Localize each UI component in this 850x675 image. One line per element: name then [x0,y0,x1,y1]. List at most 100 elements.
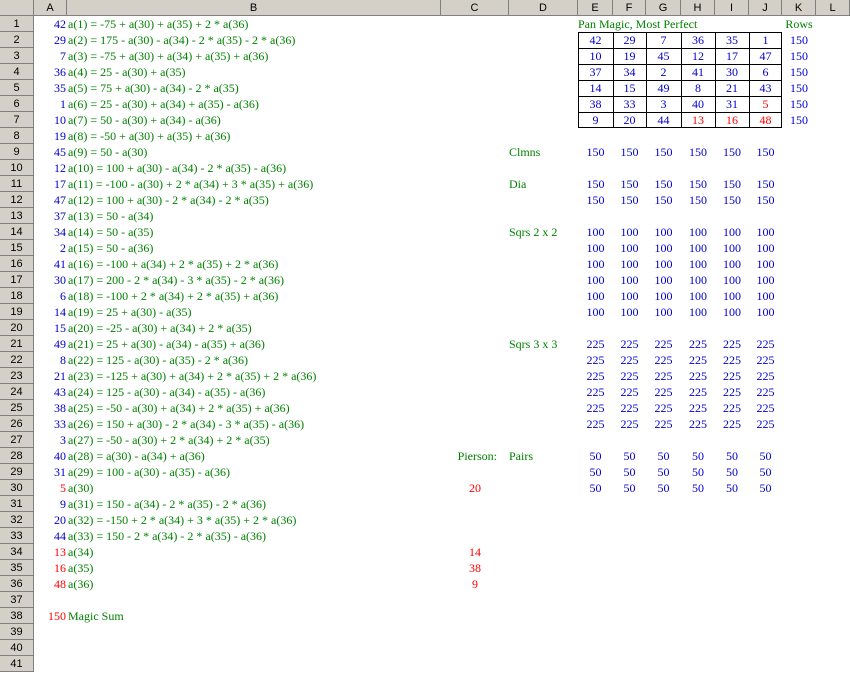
row-header-7[interactable]: 7 [0,112,34,128]
row-header-10[interactable]: 10 [0,160,34,176]
square-3x3-sum: 225 [620,369,639,383]
pair-sum: 50 [726,481,738,495]
row-header-38[interactable]: 38 [0,608,34,624]
row-header-40[interactable]: 40 [0,640,34,656]
pierson-value: 14 [469,545,481,559]
row-header-23[interactable]: 23 [0,368,34,384]
cell-b21: a(21) = 25 + a(30) - a(34) - a(35) + a(3… [68,337,265,351]
column-header-e[interactable]: E [578,0,613,16]
column-header-f[interactable]: F [613,0,646,16]
row-header-8[interactable]: 8 [0,128,34,144]
row-header-6[interactable]: 6 [0,96,34,112]
row-header-34[interactable]: 34 [0,544,34,560]
row-header-4[interactable]: 4 [0,64,34,80]
cell-b5: a(5) = 75 + a(30) - a(34) - 2 * a(35) [68,81,239,95]
cell-b22: a(22) = 125 - a(30) - a(35) - 2 * a(36) [68,353,249,367]
square-2x2-sum: 100 [586,241,605,255]
cell-b38: Magic Sum [68,609,124,623]
cell-b17: a(17) = 200 - 2 * a(34) - 3 * a(35) - 2 … [68,273,285,287]
row-header-14[interactable]: 14 [0,224,34,240]
row-header-35[interactable]: 35 [0,560,34,576]
row-header-24[interactable]: 24 [0,384,34,400]
row-header-41[interactable]: 41 [0,656,34,672]
pair-sum: 50 [692,481,704,495]
cell-b12: a(12) = 100 + a(30) - 2 * a(34) - 2 * a(… [68,193,269,207]
pair-sum: 50 [589,449,602,463]
row-header-12[interactable]: 12 [0,192,34,208]
row-header-16[interactable]: 16 [0,256,34,272]
square-2x2-sum: 100 [586,225,605,239]
row-header-28[interactable]: 28 [0,448,34,464]
row-sum: 150 [790,49,808,63]
pierson-value: 20 [469,481,481,495]
row-header-1[interactable]: 1 [0,16,34,32]
row-header-9[interactable]: 9 [0,144,34,160]
row-header-5[interactable]: 5 [0,80,34,96]
pair-sum: 50 [759,465,772,479]
pierson-value: 9 [472,577,478,591]
row-header-29[interactable]: 29 [0,464,34,480]
column-header-h[interactable]: H [681,0,715,16]
column-header-a[interactable]: A [34,0,67,16]
row-header-33[interactable]: 33 [0,528,34,544]
cell-b8: a(8) = -50 + a(30) + a(35) + a(36) [68,129,231,143]
row-header-17[interactable]: 17 [0,272,34,288]
diagonal-sum: 150 [586,193,605,207]
label-dia: Dia [509,177,527,191]
row-header-15[interactable]: 15 [0,240,34,256]
cell-a1: 42 [54,17,66,31]
row-sum: 150 [790,65,808,79]
column-header-l[interactable]: L [816,0,850,16]
row-header-13[interactable]: 13 [0,208,34,224]
square-2x2-sum: 100 [723,305,741,319]
row-header-30[interactable]: 30 [0,480,34,496]
label-pairs: Pairs [509,449,533,463]
diagonal-sum: 150 [620,193,639,207]
cell-a10: 12 [54,161,66,175]
row-header-22[interactable]: 22 [0,352,34,368]
grid-line [578,64,782,65]
row-header-32[interactable]: 32 [0,512,34,528]
row-header-18[interactable]: 18 [0,288,34,304]
cell-b16: a(16) = -100 + a(34) + 2 * a(35) + 2 * a… [68,257,279,271]
row-header-39[interactable]: 39 [0,624,34,640]
row-header-20[interactable]: 20 [0,320,34,336]
cell-a35: 16 [54,561,66,575]
row-header-26[interactable]: 26 [0,416,34,432]
row-header-3[interactable]: 3 [0,48,34,64]
cell-b3: a(3) = -75 + a(30) + a(34) + a(35) + a(3… [68,49,269,63]
cell-a17: 30 [54,273,66,287]
column-header-d[interactable]: D [509,0,578,16]
row-header-2[interactable]: 2 [0,32,34,48]
cell-a16: 41 [54,257,66,271]
column-header-i[interactable]: I [715,0,749,16]
select-all-corner[interactable] [0,0,34,16]
row-header-11[interactable]: 11 [0,176,34,192]
row-header-31[interactable]: 31 [0,496,34,512]
row-header-25[interactable]: 25 [0,400,34,416]
cell-a21: 49 [54,337,66,351]
square-3x3-sum: 225 [689,353,707,367]
square-3x3-sum: 225 [723,417,741,431]
square-2x2-sum: 100 [756,257,775,271]
row-header-36[interactable]: 36 [0,576,34,592]
square-2x2-sum: 100 [620,289,639,303]
column-header-g[interactable]: G [646,0,681,16]
square-title: Pan Magic, Most Perfect [578,17,698,31]
pair-sum: 50 [657,465,670,479]
grid-line [578,80,782,81]
row-header-37[interactable]: 37 [0,592,34,608]
column-header-k[interactable]: K [782,0,816,16]
cell-a30: 5 [60,481,66,495]
column-header-j[interactable]: J [749,0,782,16]
row-header-19[interactable]: 19 [0,304,34,320]
row-header-21[interactable]: 21 [0,336,34,352]
square-2x2-sum: 100 [689,289,707,303]
column-header-b[interactable]: B [67,0,441,16]
square-3x3-sum: 225 [654,369,673,383]
row-header-27[interactable]: 27 [0,432,34,448]
column-header-c[interactable]: C [441,0,509,16]
square-2x2-sum: 100 [586,273,605,287]
diagonal-sum: 150 [723,193,741,207]
pair-sum: 50 [726,465,738,479]
